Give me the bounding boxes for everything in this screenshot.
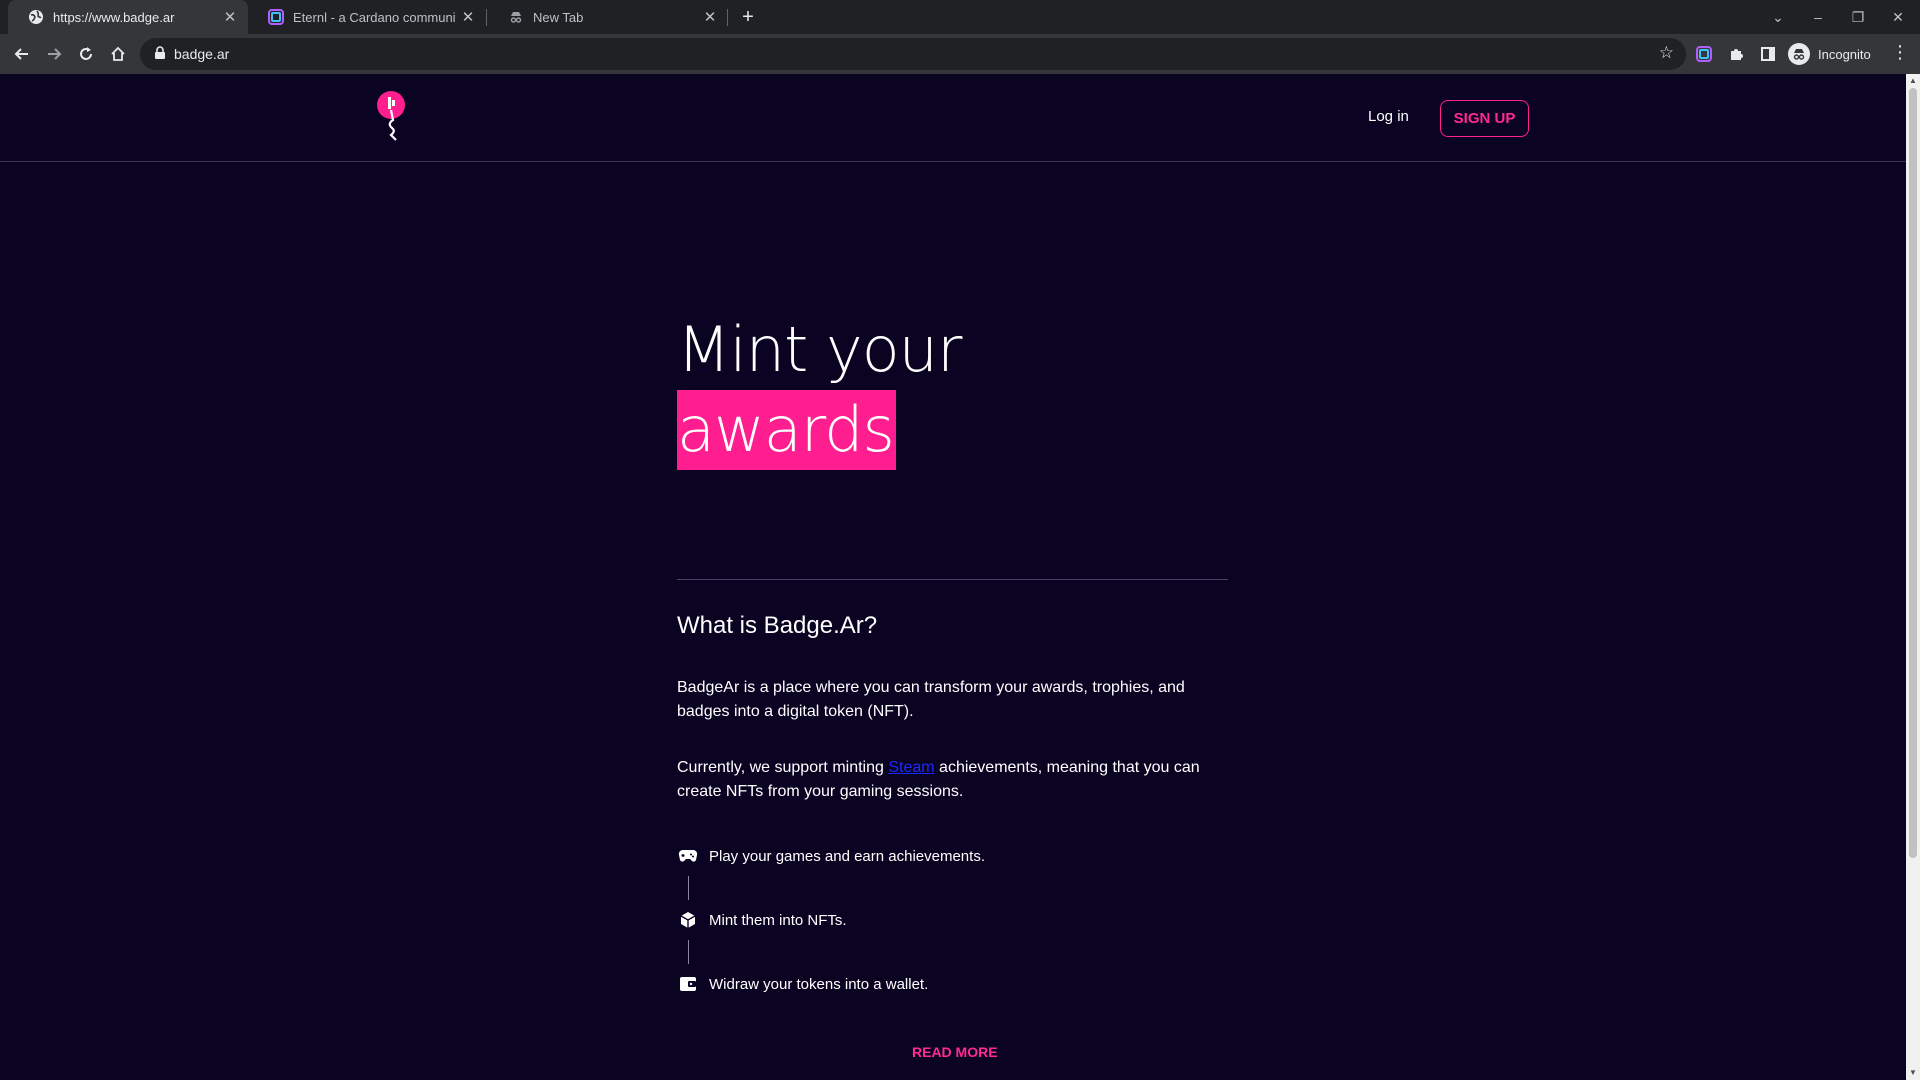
tab-new-tab[interactable]: New Tab ✕ [488,0,728,34]
login-link[interactable]: Log in [1368,108,1409,125]
tab-title: Eternl - a Cardano community w [293,9,456,25]
incognito-profile-button[interactable]: Incognito [1788,41,1871,67]
tab-eternl[interactable]: Eternl - a Cardano community w ✕ [248,0,486,34]
wallet-icon [677,973,699,995]
cube-icon [677,909,699,931]
step-text: Play your games and earn achievements. [709,847,985,865]
address-bar[interactable]: badge.ar ☆ [140,38,1686,70]
step-connector [688,940,689,964]
eternl-icon [268,9,284,25]
tab-separator [486,9,487,26]
back-button[interactable] [8,40,36,68]
minimize-button[interactable]: – [1798,0,1838,34]
section-divider [677,579,1228,580]
eternl-extension-icon[interactable] [1694,44,1714,64]
tab-badge[interactable]: https://www.badge.ar ✕ [8,0,248,34]
para-text: Currently, we support minting [677,759,889,776]
close-tab-icon[interactable]: ✕ [698,8,722,26]
about-paragraph-2: Currently, we support minting Steam achi… [677,756,1237,804]
incognito-icon [1788,43,1810,65]
scroll-up-arrow-icon[interactable]: ▲ [1906,74,1920,88]
home-icon [111,46,125,61]
url-text[interactable]: badge.ar [174,46,229,62]
home-button[interactable] [104,40,132,68]
step-text: Mint them into NFTs. [709,911,847,929]
side-panel-icon[interactable] [1758,44,1778,64]
page-viewport: Log in SIGN UP Mint your awards What is … [0,74,1906,1080]
step-connector [688,876,689,900]
scrollbar-thumb[interactable] [1909,88,1917,858]
browser-toolbar: badge.ar ☆ Incognito ⋮ [0,34,1920,74]
read-more-link[interactable]: READ MORE [912,1044,998,1060]
step-text: Widraw your tokens into a wallet. [709,975,929,993]
gamepad-icon [677,845,699,867]
tab-title: New Tab [533,9,584,25]
forward-button[interactable] [40,40,68,68]
browser-tabstrip: https://www.badge.ar ✕ Eternl - a Cardan… [0,0,1920,34]
reload-button[interactable] [72,40,100,68]
step-item: Mint them into NFTs. [677,908,847,932]
extensions-puzzle-icon[interactable] [1726,44,1746,64]
about-paragraph-1: BadgeAr is a place where you can transfo… [677,679,1185,720]
section-title: What is Badge.Ar? [677,612,878,639]
signup-button[interactable]: SIGN UP [1440,100,1529,137]
badgear-logo[interactable] [374,88,408,144]
step-item: Widraw your tokens into a wallet. [677,972,928,996]
close-tab-icon[interactable]: ✕ [456,8,480,26]
steam-link[interactable]: Steam [888,759,934,776]
hero-line-1: Mint your [677,313,962,386]
reload-icon [80,47,92,60]
step-item: Play your games and earn achievements. [677,844,985,868]
new-tab-button[interactable]: + [736,2,760,32]
tab-search-chevron-icon[interactable]: ⌄ [1758,0,1798,34]
bookmark-star-icon[interactable]: ☆ [1659,43,1674,63]
lock-icon [154,46,166,65]
page-scrollbar[interactable]: ▲ ▼ [1906,74,1920,1080]
browser-menu-icon[interactable]: ⋮ [1888,42,1912,63]
close-window-button[interactable]: ✕ [1878,0,1918,34]
close-tab-icon[interactable]: ✕ [218,8,242,26]
forward-arrow-icon [48,48,62,60]
globe-icon [28,9,44,25]
tab-title: https://www.badge.ar [53,9,175,25]
profile-label: Incognito [1818,46,1871,62]
tab-separator [727,9,728,26]
scroll-down-arrow-icon[interactable]: ▼ [1906,1066,1920,1080]
hero-highlight: awards [677,390,896,470]
restore-button[interactable]: ❐ [1838,0,1878,34]
incognito-icon [508,9,524,25]
site-header: Log in SIGN UP [0,74,1906,162]
back-arrow-icon [14,48,28,60]
hero-heading: Mint your awards [677,310,962,470]
